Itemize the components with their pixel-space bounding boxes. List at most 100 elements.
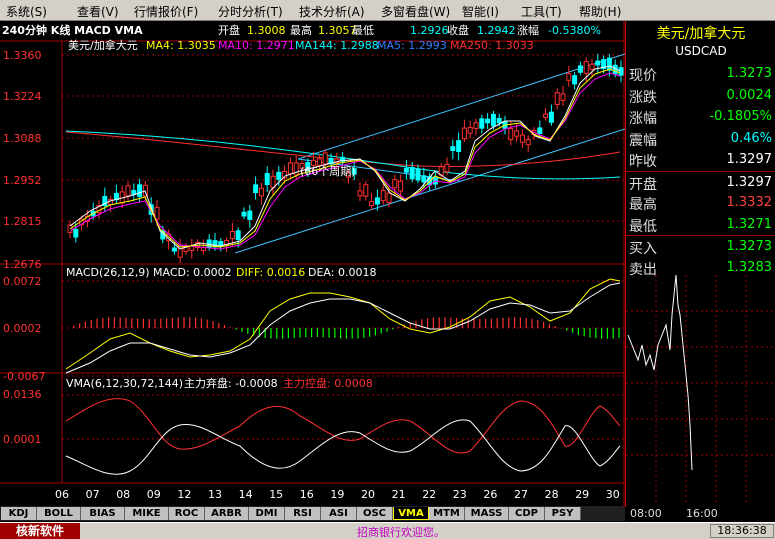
quote-row: 最高 1.3332 [626, 192, 775, 214]
tab-mass[interactable]: MASS [465, 507, 509, 520]
timeframe-label: 240分钟 K线 MACD VMA [2, 23, 143, 37]
candle-body [229, 230, 235, 240]
candle-body [142, 184, 148, 197]
dea-value: DEA: 0.0018 [308, 266, 376, 279]
menu-bar: 系统(S) 查看(V) 行情报价(F) 分时分析(T) 技术分析(A) 多窗看盘… [0, 0, 775, 21]
candle-body [380, 190, 386, 202]
candle-body [479, 118, 485, 129]
tab-boll[interactable]: BOLL [37, 507, 81, 520]
quote-label: 最高 [629, 197, 657, 213]
menu-intraday[interactable]: 分时分析(T) [218, 3, 283, 20]
channel-lines [234, 53, 625, 254]
menu-technical[interactable]: 技术分析(A) [299, 3, 365, 20]
macd-y-tick: -0.0067 [3, 370, 45, 383]
menu-view[interactable]: 查看(V) [77, 3, 119, 20]
change-label: 涨幅 [517, 24, 539, 37]
menu-help[interactable]: 帮助(H) [579, 3, 621, 20]
quote-row: 涨幅 -0.1805% [626, 106, 775, 128]
quote-symbol-en: USDCAD [675, 44, 727, 58]
candle-body [554, 92, 560, 105]
candle-body [73, 228, 79, 238]
main-y-tick: 1.2676 [3, 258, 42, 271]
candle-body [514, 130, 520, 137]
vma-title: VMA(6,12,30,72,144) [66, 377, 183, 390]
quote-value: 1.3332 [726, 195, 773, 210]
macd-y-tick: 0.0002 [3, 322, 42, 335]
x-axis-label: 26 [483, 488, 497, 501]
macd-title: MACD(26,12,9) [66, 266, 150, 279]
quote-value: 0.0024 [726, 87, 773, 103]
candle-body [589, 63, 595, 70]
main-y-tick: 1.2952 [3, 174, 42, 187]
tab-bias[interactable]: BIAS [81, 507, 125, 520]
tab-vma[interactable]: VMA [393, 507, 429, 520]
candle-body [363, 184, 369, 197]
tab-psy[interactable]: PSY [545, 507, 581, 520]
status-bar: 核新软件 招商银行欢迎您。 18:36:38 [0, 522, 775, 539]
candle-body [543, 113, 549, 118]
x-axis-label: 19 [330, 488, 344, 501]
candle-body [270, 175, 276, 189]
quote-value: -0.1805% [709, 109, 772, 124]
candle-body [456, 140, 462, 152]
tab-dmi[interactable]: DMI [249, 507, 285, 520]
quote-label: 涨幅 [629, 111, 657, 127]
candle-body [247, 210, 253, 220]
quote-label: 买入 [629, 241, 657, 257]
quote-panel: 美元/加拿大元 USDCAD 现价 1.3273 涨跌 0.0024 涨幅 -0.1805… [625, 21, 775, 520]
tab-asi[interactable]: ASI [321, 507, 357, 520]
candle-body [485, 118, 491, 124]
x-axis-label: 15 [269, 488, 283, 501]
kline-chart[interactable]: 240分钟 K线 MACD VMA 开盘 1.3008 最高 1.3057 最低… [0, 21, 625, 507]
menu-quotes[interactable]: 行情报价(F) [134, 3, 198, 20]
tab-mike[interactable]: MIKE [125, 507, 169, 520]
brand-logo: 核新软件 [0, 523, 80, 539]
x-axis-label: 08 [116, 488, 130, 501]
tab-roc[interactable]: ROC [169, 507, 205, 520]
candle-body [537, 127, 543, 134]
x-axis-label: 22 [422, 488, 436, 501]
low-label: 最低 [352, 24, 374, 37]
x-axis-label: 28 [545, 488, 559, 501]
tab-kdj[interactable]: KDJ [1, 507, 37, 520]
intraday-mini-chart[interactable] [626, 275, 775, 505]
candle-body [415, 168, 421, 181]
quote-label: 开盘 [629, 176, 657, 193]
macd-value: MACD: 0.0002 [153, 266, 232, 279]
tab-rsi[interactable]: RSI [285, 507, 321, 520]
menu-multiwindow[interactable]: 多窗看盘(W) [381, 3, 450, 20]
news-ticker: 招商银行欢迎您。 [357, 526, 445, 539]
x-axis-label: 13 [208, 488, 222, 501]
close-value: 1.2942 [477, 24, 516, 37]
candle-body [467, 126, 473, 134]
candle-body [490, 113, 496, 127]
menu-system[interactable]: 系统(S) [6, 3, 47, 20]
main-y-tick: 1.3088 [3, 132, 42, 145]
x-axis-label: 29 [575, 488, 589, 501]
x-axis-label: 23 [453, 488, 467, 501]
menu-tools[interactable]: 工具(T) [521, 3, 562, 20]
candle-body [583, 61, 589, 74]
candle-body [473, 122, 479, 129]
quote-value: 1.3297 [726, 152, 773, 167]
vma-control-text: 主力控盘: 0.0008 [283, 376, 373, 390]
tab-mtm[interactable]: MTM [429, 507, 465, 520]
quote-value: 0.46% [730, 130, 772, 146]
quote-label: 现价 [629, 68, 657, 84]
candle-body [496, 118, 502, 124]
menu-smart[interactable]: 智能(I) [462, 3, 499, 20]
tab-arbr[interactable]: ARBR [205, 507, 249, 520]
clock: 18:36:38 [710, 524, 774, 538]
candle-body [253, 184, 259, 194]
x-axis-label: 27 [514, 488, 528, 501]
candle-body [154, 206, 160, 220]
candle-body [235, 230, 241, 241]
candle-body [398, 180, 404, 192]
high-value: 1.3057 [318, 24, 357, 37]
main-y-tick: 1.3360 [3, 49, 42, 62]
candle-body [386, 192, 392, 203]
time-start-label: 08:00 [630, 507, 662, 520]
tab-osc[interactable]: OSC [357, 507, 393, 520]
tab-cdp[interactable]: CDP [509, 507, 545, 520]
open-label: 开盘 [218, 23, 240, 37]
